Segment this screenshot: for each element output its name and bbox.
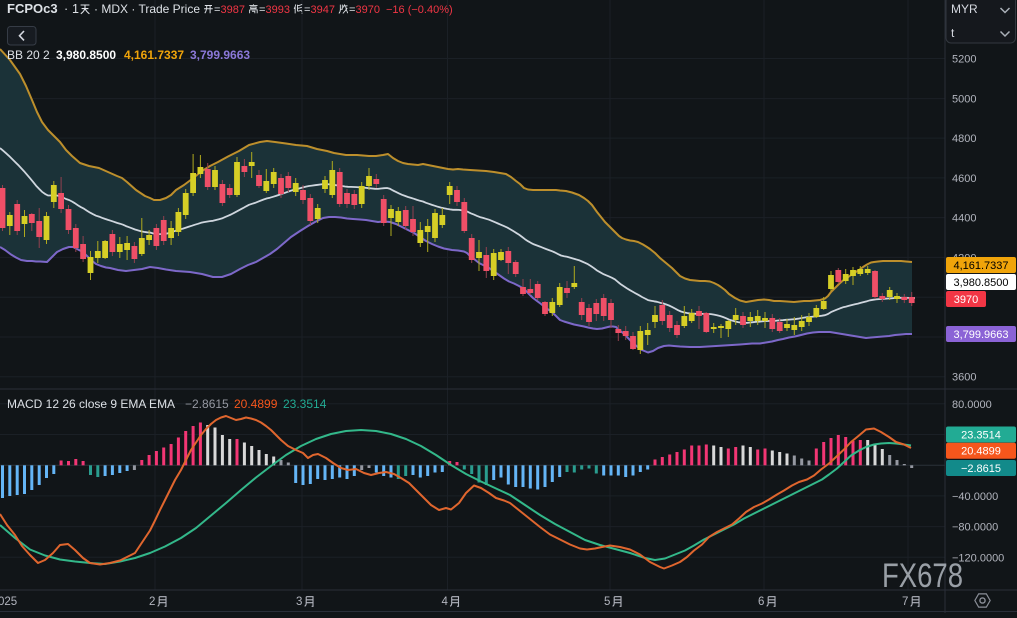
svg-text:3947: 3947 [311,4,335,16]
svg-text:=: = [349,4,355,16]
svg-text:80.0000: 80.0000 [952,399,992,411]
svg-text:3600: 3600 [952,372,976,384]
svg-text:5: 5 [604,596,610,608]
svg-text:MACD 12 26 close 9 EMA EMA: MACD 12 26 close 9 EMA EMA [7,397,175,411]
svg-text:4,161.7337: 4,161.7337 [953,260,1008,272]
svg-text:5200: 5200 [952,54,976,66]
svg-text:23.3514: 23.3514 [961,430,1001,442]
svg-text:3987: 3987 [221,4,245,16]
svg-text:4,161.7337: 4,161.7337 [124,48,184,62]
svg-text:· MDX · Trade Price: · MDX · Trade Price [94,2,200,16]
svg-text:4400: 4400 [952,213,976,225]
svg-text:3,799.9663: 3,799.9663 [953,329,1008,341]
svg-text:=: = [304,4,310,16]
svg-text:4600: 4600 [952,173,976,185]
svg-text:7: 7 [902,596,908,608]
svg-text:=: = [259,4,265,16]
svg-text:MYR: MYR [951,2,978,16]
svg-text:−80.0000: −80.0000 [952,522,998,534]
svg-text:025: 025 [0,596,17,608]
svg-text:5000: 5000 [952,94,976,106]
svg-text:BB 20 2: BB 20 2 [7,48,50,62]
svg-text:3,980.8500: 3,980.8500 [56,48,116,62]
svg-text:3,980.8500: 3,980.8500 [953,277,1008,289]
svg-text:−40.0000: −40.0000 [952,491,998,503]
svg-text:=: = [214,4,220,16]
svg-text:3,799.9663: 3,799.9663 [190,48,250,62]
svg-text:20.4899: 20.4899 [234,397,278,411]
svg-text:23.3514: 23.3514 [283,397,327,411]
svg-text:20.4899: 20.4899 [961,446,1001,458]
svg-text:3: 3 [296,596,302,608]
svg-text:1: 1 [72,2,79,16]
svg-text:2: 2 [149,596,155,608]
svg-text:3993: 3993 [266,4,290,16]
svg-text:FCPOc3: FCPOc3 [7,1,58,16]
svg-text:4800: 4800 [952,133,976,145]
svg-text:·: · [64,2,68,16]
svg-text:6: 6 [758,596,764,608]
svg-text:3970: 3970 [954,294,978,306]
svg-text:−16 (−0.40%): −16 (−0.40%) [386,4,453,16]
svg-text:4: 4 [442,596,449,608]
svg-text:−2.8615: −2.8615 [961,463,1001,475]
svg-text:−2.8615: −2.8615 [185,397,229,411]
svg-text:FX678: FX678 [882,557,963,595]
svg-text:3970: 3970 [356,4,380,16]
svg-text:−120.0000: −120.0000 [952,552,1004,564]
